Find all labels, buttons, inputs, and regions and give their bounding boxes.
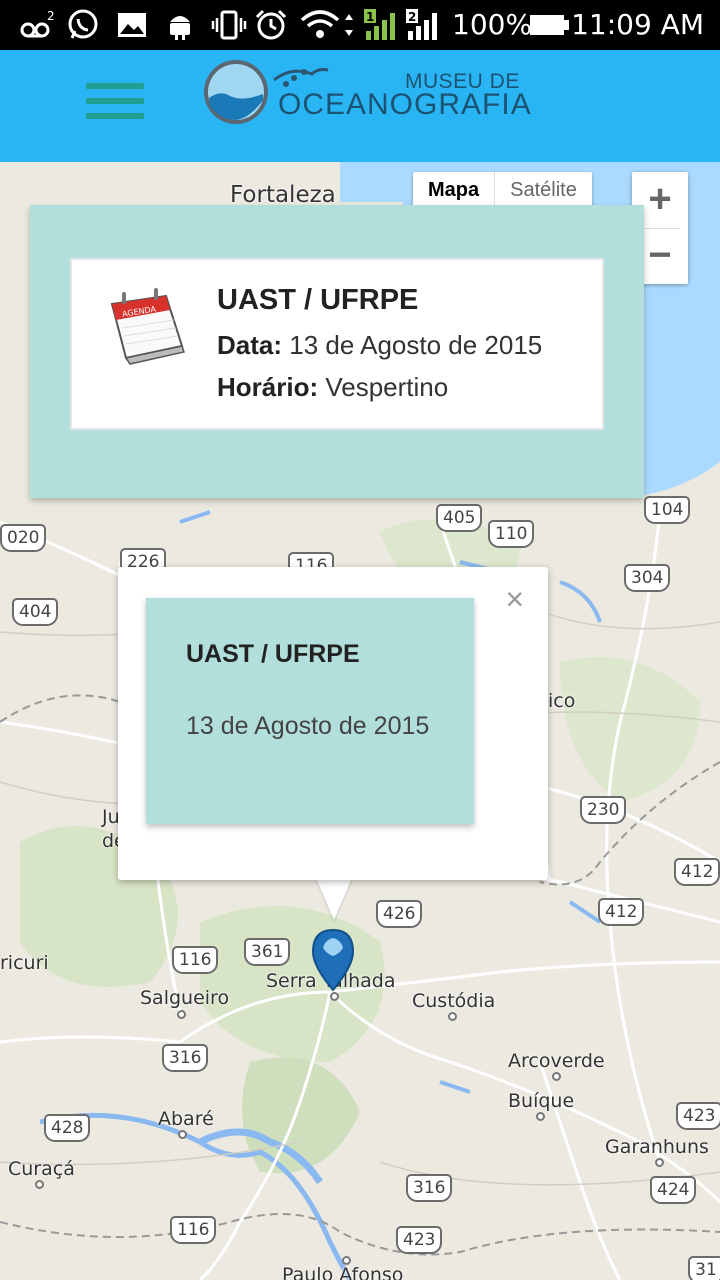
- map-label-arcoverde: Arcoverde: [508, 1050, 605, 1072]
- city-dot: [552, 1072, 561, 1081]
- map-label-paulo-afonso: Paulo Afonso: [282, 1264, 404, 1280]
- voicemail-icon: 2: [20, 10, 54, 40]
- city-dot: [342, 1256, 351, 1265]
- road-shield: 361: [244, 938, 291, 966]
- road-shield: 304: [624, 564, 671, 592]
- road-shield: 020: [0, 524, 47, 552]
- city-dot: [35, 1180, 44, 1189]
- road-shield: 31: [688, 1256, 720, 1280]
- battery-icon: [530, 10, 570, 40]
- vibrate-icon: [210, 10, 248, 40]
- event-date-label: Data:: [217, 330, 283, 360]
- map-pin-icon[interactable]: [311, 928, 355, 992]
- close-icon[interactable]: ×: [505, 581, 524, 618]
- map-type-control: Mapa Satélite: [413, 172, 592, 208]
- museum-logo: MUSEU DE OCEANOGRAFIA: [200, 54, 532, 128]
- road-shield: 412: [674, 858, 720, 886]
- road-shield: 412: [598, 898, 645, 926]
- road-shield: 424: [650, 1176, 697, 1204]
- alarm-icon: [254, 9, 288, 40]
- popup-tail: [316, 878, 352, 920]
- road-shield: 116: [172, 946, 219, 974]
- map-type-satellite-button[interactable]: Satélite: [495, 172, 592, 208]
- map-label-custodia: Custódia: [412, 990, 496, 1012]
- android-icon: [166, 10, 194, 40]
- road-shield: 116: [170, 1216, 217, 1244]
- map-label-salgueiro: Salgueiro: [140, 987, 230, 1009]
- wifi-icon: [300, 10, 354, 40]
- app-header: MUSEU DE OCEANOGRAFIA: [0, 50, 720, 162]
- map-label-abare: Abaré: [158, 1108, 214, 1130]
- popup-card[interactable]: UAST / UFRPE 13 de Agosto de 2015: [146, 598, 474, 824]
- event-time-label: Horário:: [217, 372, 319, 402]
- clock: 11:09 AM: [571, 8, 704, 41]
- calendar-icon: AGENDA: [110, 288, 185, 365]
- signal-sim1-icon: 1: [362, 9, 400, 40]
- road-shield: 405: [436, 504, 483, 532]
- city-dot: [655, 1158, 664, 1167]
- event-info-inner: AGENDA UAST / UFRPE Data: 13 de Agosto d…: [70, 258, 604, 430]
- road-shield: 316: [406, 1174, 453, 1202]
- logo-text-bottom: OCEANOGRAFIA: [278, 88, 532, 121]
- road-shield: 316: [162, 1044, 209, 1072]
- event-date-row: Data: 13 de Agosto de 2015: [217, 330, 542, 361]
- road-shield: 230: [580, 796, 627, 824]
- event-title: UAST / UFRPE: [217, 284, 419, 316]
- road-shield: 423: [676, 1102, 720, 1130]
- road-shield: 404: [12, 598, 59, 626]
- city-dot: [536, 1112, 545, 1121]
- map-label-partial-ico: ico: [548, 690, 576, 712]
- map-info-popup: × UAST / UFRPE 13 de Agosto de 2015: [118, 567, 548, 880]
- city-dot: [178, 1130, 187, 1139]
- city-dot: [448, 1012, 457, 1021]
- sim2-label: 2: [408, 10, 416, 24]
- city-dot: [330, 992, 339, 1001]
- event-date-value: 13 de Agosto de 2015: [289, 330, 543, 360]
- city-dot: [177, 1010, 186, 1019]
- road-shield: 426: [376, 900, 423, 928]
- hamburger-menu-icon[interactable]: [86, 83, 146, 123]
- signal-sim2-icon: 2: [404, 9, 442, 40]
- map-label-ouricuri: ricuri: [0, 952, 49, 974]
- map-label-garanhuns: Garanhuns: [605, 1136, 709, 1158]
- popup-title: UAST / UFRPE: [186, 640, 360, 668]
- map-type-map-button[interactable]: Mapa: [413, 172, 496, 208]
- road-shield: 104: [644, 496, 691, 524]
- popup-date: 13 de Agosto de 2015: [186, 712, 430, 740]
- battery-percent: 100%: [452, 8, 533, 41]
- voicemail-count: 2: [47, 10, 54, 23]
- zoom-divider: [640, 228, 680, 229]
- whatsapp-icon: [66, 9, 100, 40]
- road-shield: 423: [396, 1226, 443, 1254]
- road-shield: 110: [488, 520, 535, 548]
- map-label-partial-ju: Ju: [102, 806, 120, 828]
- map-label-buique: Buíque: [508, 1090, 575, 1112]
- map-label-curaca: Curaçá: [8, 1158, 75, 1180]
- event-info-card: AGENDA UAST / UFRPE Data: 13 de Agosto d…: [30, 205, 644, 498]
- event-time-row: Horário: Vespertino: [217, 372, 448, 403]
- sim1-label: 1: [366, 10, 374, 24]
- road-shield: 428: [44, 1114, 91, 1142]
- gallery-icon: [116, 10, 148, 40]
- status-bar: 2 1 2 100% 11:09 AM: [0, 0, 720, 50]
- event-time-value: Vespertino: [325, 372, 449, 402]
